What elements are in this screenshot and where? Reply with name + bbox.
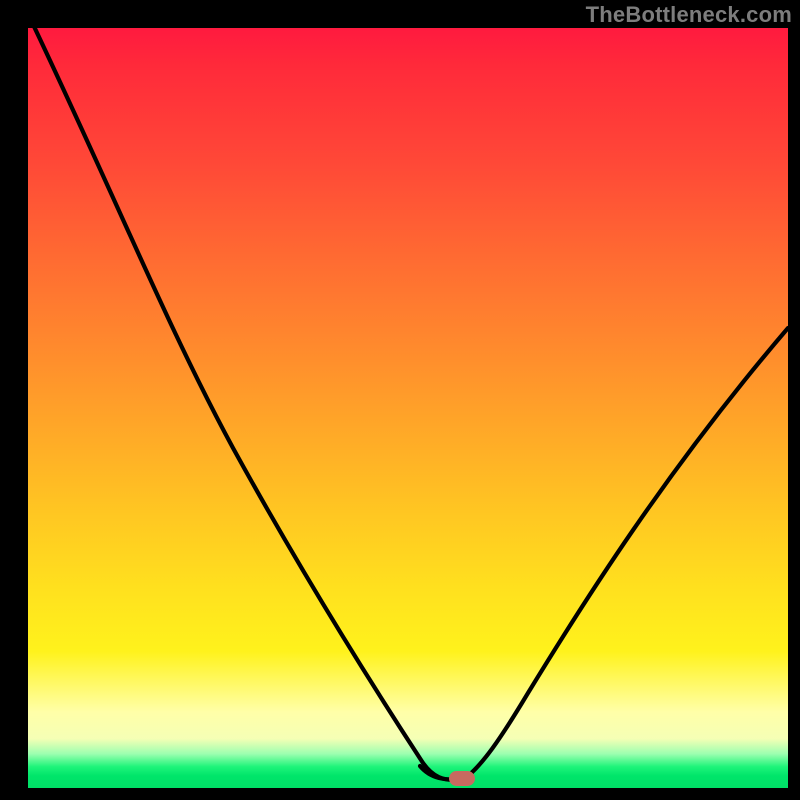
watermark-text: TheBottleneck.com	[586, 2, 792, 28]
gradient-background	[28, 28, 788, 788]
chart-stage: TheBottleneck.com	[0, 0, 800, 800]
chart-panel	[28, 28, 788, 788]
